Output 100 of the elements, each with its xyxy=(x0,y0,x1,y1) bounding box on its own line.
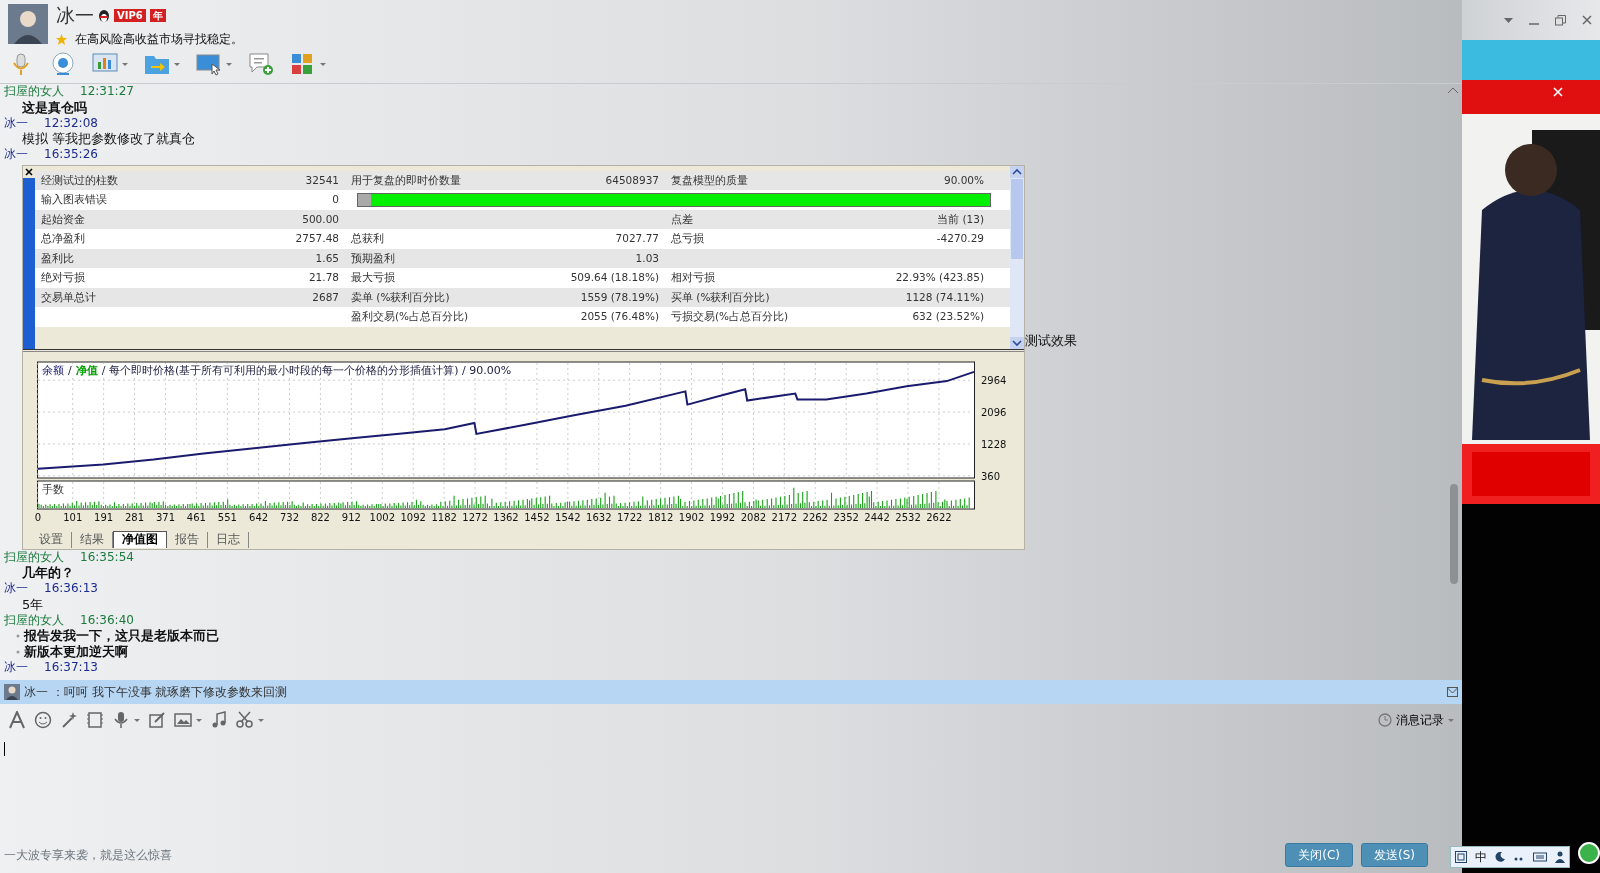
axis-label: 642 xyxy=(249,511,269,523)
promo-text: 一大波专享来袭，就是这么惊喜 xyxy=(4,847,172,864)
axis-label: 551 xyxy=(217,511,237,523)
screen-share-icon[interactable] xyxy=(196,52,222,76)
clock-icon xyxy=(1378,713,1392,727)
user-icon[interactable] xyxy=(1555,851,1565,863)
table-cell-text: 当前 (13) xyxy=(936,211,985,227)
caption-text: 测试效果 xyxy=(1025,332,1077,348)
scissors-icon[interactable] xyxy=(236,711,254,729)
smiley-icon[interactable] xyxy=(34,711,52,729)
table-cell-text: 复盘模型的质量 xyxy=(670,172,749,188)
sender-name: 扫屋的女人 xyxy=(4,549,64,565)
star-icon xyxy=(56,33,67,45)
message-time: 16:37:13 xyxy=(44,660,98,676)
restore-icon[interactable] xyxy=(1555,14,1566,26)
scroll-down-icon[interactable] xyxy=(1010,336,1024,349)
ime-mode-text: 中 xyxy=(1475,849,1487,866)
microphone-icon[interactable] xyxy=(112,711,130,729)
axis-label: 1812 xyxy=(647,511,674,523)
axis-label: 2622 xyxy=(926,511,952,523)
scroll-up-icon[interactable] xyxy=(1010,165,1024,178)
table-cell-text: 总净盈利 xyxy=(40,231,86,246)
caret-icon xyxy=(1448,718,1454,722)
notice-text: 冰一 ：呵呵 我下午没事 就琢磨下修改参数来回测 xyxy=(24,684,288,701)
caret-icon[interactable] xyxy=(320,62,326,66)
table-cell-text: 1128 (74.11%) xyxy=(904,289,985,305)
axis-label: 101 xyxy=(63,511,83,523)
sender-name: 扫屋的女人 xyxy=(4,84,64,100)
film-icon[interactable] xyxy=(86,711,104,729)
legend-text: 净值 xyxy=(75,363,98,377)
caret-icon[interactable] xyxy=(258,718,264,722)
axis-label: 1632 xyxy=(586,511,612,523)
axis-label: 1902 xyxy=(678,511,705,523)
caret-icon[interactable] xyxy=(196,718,202,722)
penguin-icon xyxy=(98,8,110,22)
table-cell-text: 21.78 xyxy=(307,270,340,285)
table-cell-text: 500.00 xyxy=(301,211,340,227)
axis-label: 1542 xyxy=(555,511,581,523)
music-note-icon[interactable] xyxy=(210,711,228,729)
message-text: 这是真仓吗 xyxy=(21,99,87,116)
scrollbar-thumb[interactable] xyxy=(1450,484,1458,584)
table-cell-text: 7027.77 xyxy=(614,231,660,246)
tab[interactable]: 报告 xyxy=(167,532,208,548)
history-button[interactable]: 消息记录 xyxy=(1378,711,1454,729)
table-cell-text: 相对亏损 xyxy=(670,270,716,285)
tab[interactable]: 净值图 xyxy=(113,531,167,548)
mail-icon[interactable] xyxy=(1447,687,1458,697)
edit-icon[interactable] xyxy=(148,711,166,729)
table-cell-text: 2055 (76.48%) xyxy=(579,309,660,324)
table-cell-text: 盈利比 xyxy=(40,250,75,266)
axis-label: 2352 xyxy=(833,511,859,523)
caret-icon[interactable] xyxy=(226,62,232,66)
caret-icon[interactable] xyxy=(1504,17,1513,23)
table-cell-text: 1.03 xyxy=(634,250,660,266)
moon-icon[interactable] xyxy=(1495,852,1505,862)
webcam-icon[interactable] xyxy=(50,52,76,76)
axis-label: 0 xyxy=(34,511,42,523)
caret-icon[interactable] xyxy=(134,718,140,722)
message-text: 新版本更加逆天啊 xyxy=(24,644,128,660)
table-cell-text: 亏损交易(%占总百分比) xyxy=(670,309,790,324)
axis-label: 461 xyxy=(186,511,206,523)
table-cell-text: 1.65 xyxy=(314,250,340,266)
axis-label: 2082 xyxy=(740,511,767,523)
close-icon[interactable] xyxy=(23,165,35,178)
table-cell-text: 90.00% xyxy=(942,172,985,188)
message-add-icon[interactable] xyxy=(248,52,274,76)
message-time: 16:35:26 xyxy=(44,147,98,163)
message-text: 几年的？ xyxy=(21,565,74,581)
send-button[interactable]: 发送(S) xyxy=(1361,843,1428,867)
table-cell-text: 64508937 xyxy=(604,172,660,188)
table-cell-text: 点差 xyxy=(670,211,694,227)
table-cell-text: 32541 xyxy=(304,172,340,188)
axis-label: 360 xyxy=(981,470,1001,482)
table-cell-text: -4270.29 xyxy=(935,231,985,246)
scrollbar-thumb[interactable] xyxy=(1011,178,1023,259)
font-icon[interactable] xyxy=(8,711,26,729)
magic-wand-icon[interactable] xyxy=(60,711,78,729)
tab[interactable]: 设置 xyxy=(31,532,72,548)
sender-name: 冰一 xyxy=(4,147,28,163)
tray-icon[interactable] xyxy=(1455,851,1467,863)
tab[interactable]: 日志 xyxy=(208,532,249,548)
axis-label: 1722 xyxy=(616,511,643,523)
signature-text: 在高风险高收益市场寻找稳定。 xyxy=(75,31,243,48)
scroll-up-icon[interactable] xyxy=(1448,87,1458,93)
message-time: 16:35:54 xyxy=(80,549,134,565)
image-icon[interactable] xyxy=(174,711,192,729)
caret-icon[interactable] xyxy=(122,62,128,66)
caret-icon[interactable] xyxy=(174,62,180,66)
message-text: 模拟 等我把参数修改了就真仓 xyxy=(21,131,196,147)
close-button[interactable]: 关闭(C) xyxy=(1285,843,1353,867)
axis-label: 2262 xyxy=(802,511,828,523)
message-time: 12:31:27 xyxy=(80,84,134,100)
axis-label: 822 xyxy=(310,511,330,523)
legend-text: / 每个即时价格(基于所有可利用的最小时段的每一个价格的分形插值计算) / 90.00% xyxy=(101,363,512,377)
table-cell-text: 总获利 xyxy=(350,231,385,246)
table-cell-text: 用于复盘的即时价数量 xyxy=(350,172,462,188)
message-text: 报告发我一下，这只是老版本而已 xyxy=(24,628,219,644)
axis-label: 1272 xyxy=(462,511,488,523)
sender-name: 冰一 xyxy=(4,581,28,597)
keyboard-icon[interactable] xyxy=(1533,852,1547,862)
